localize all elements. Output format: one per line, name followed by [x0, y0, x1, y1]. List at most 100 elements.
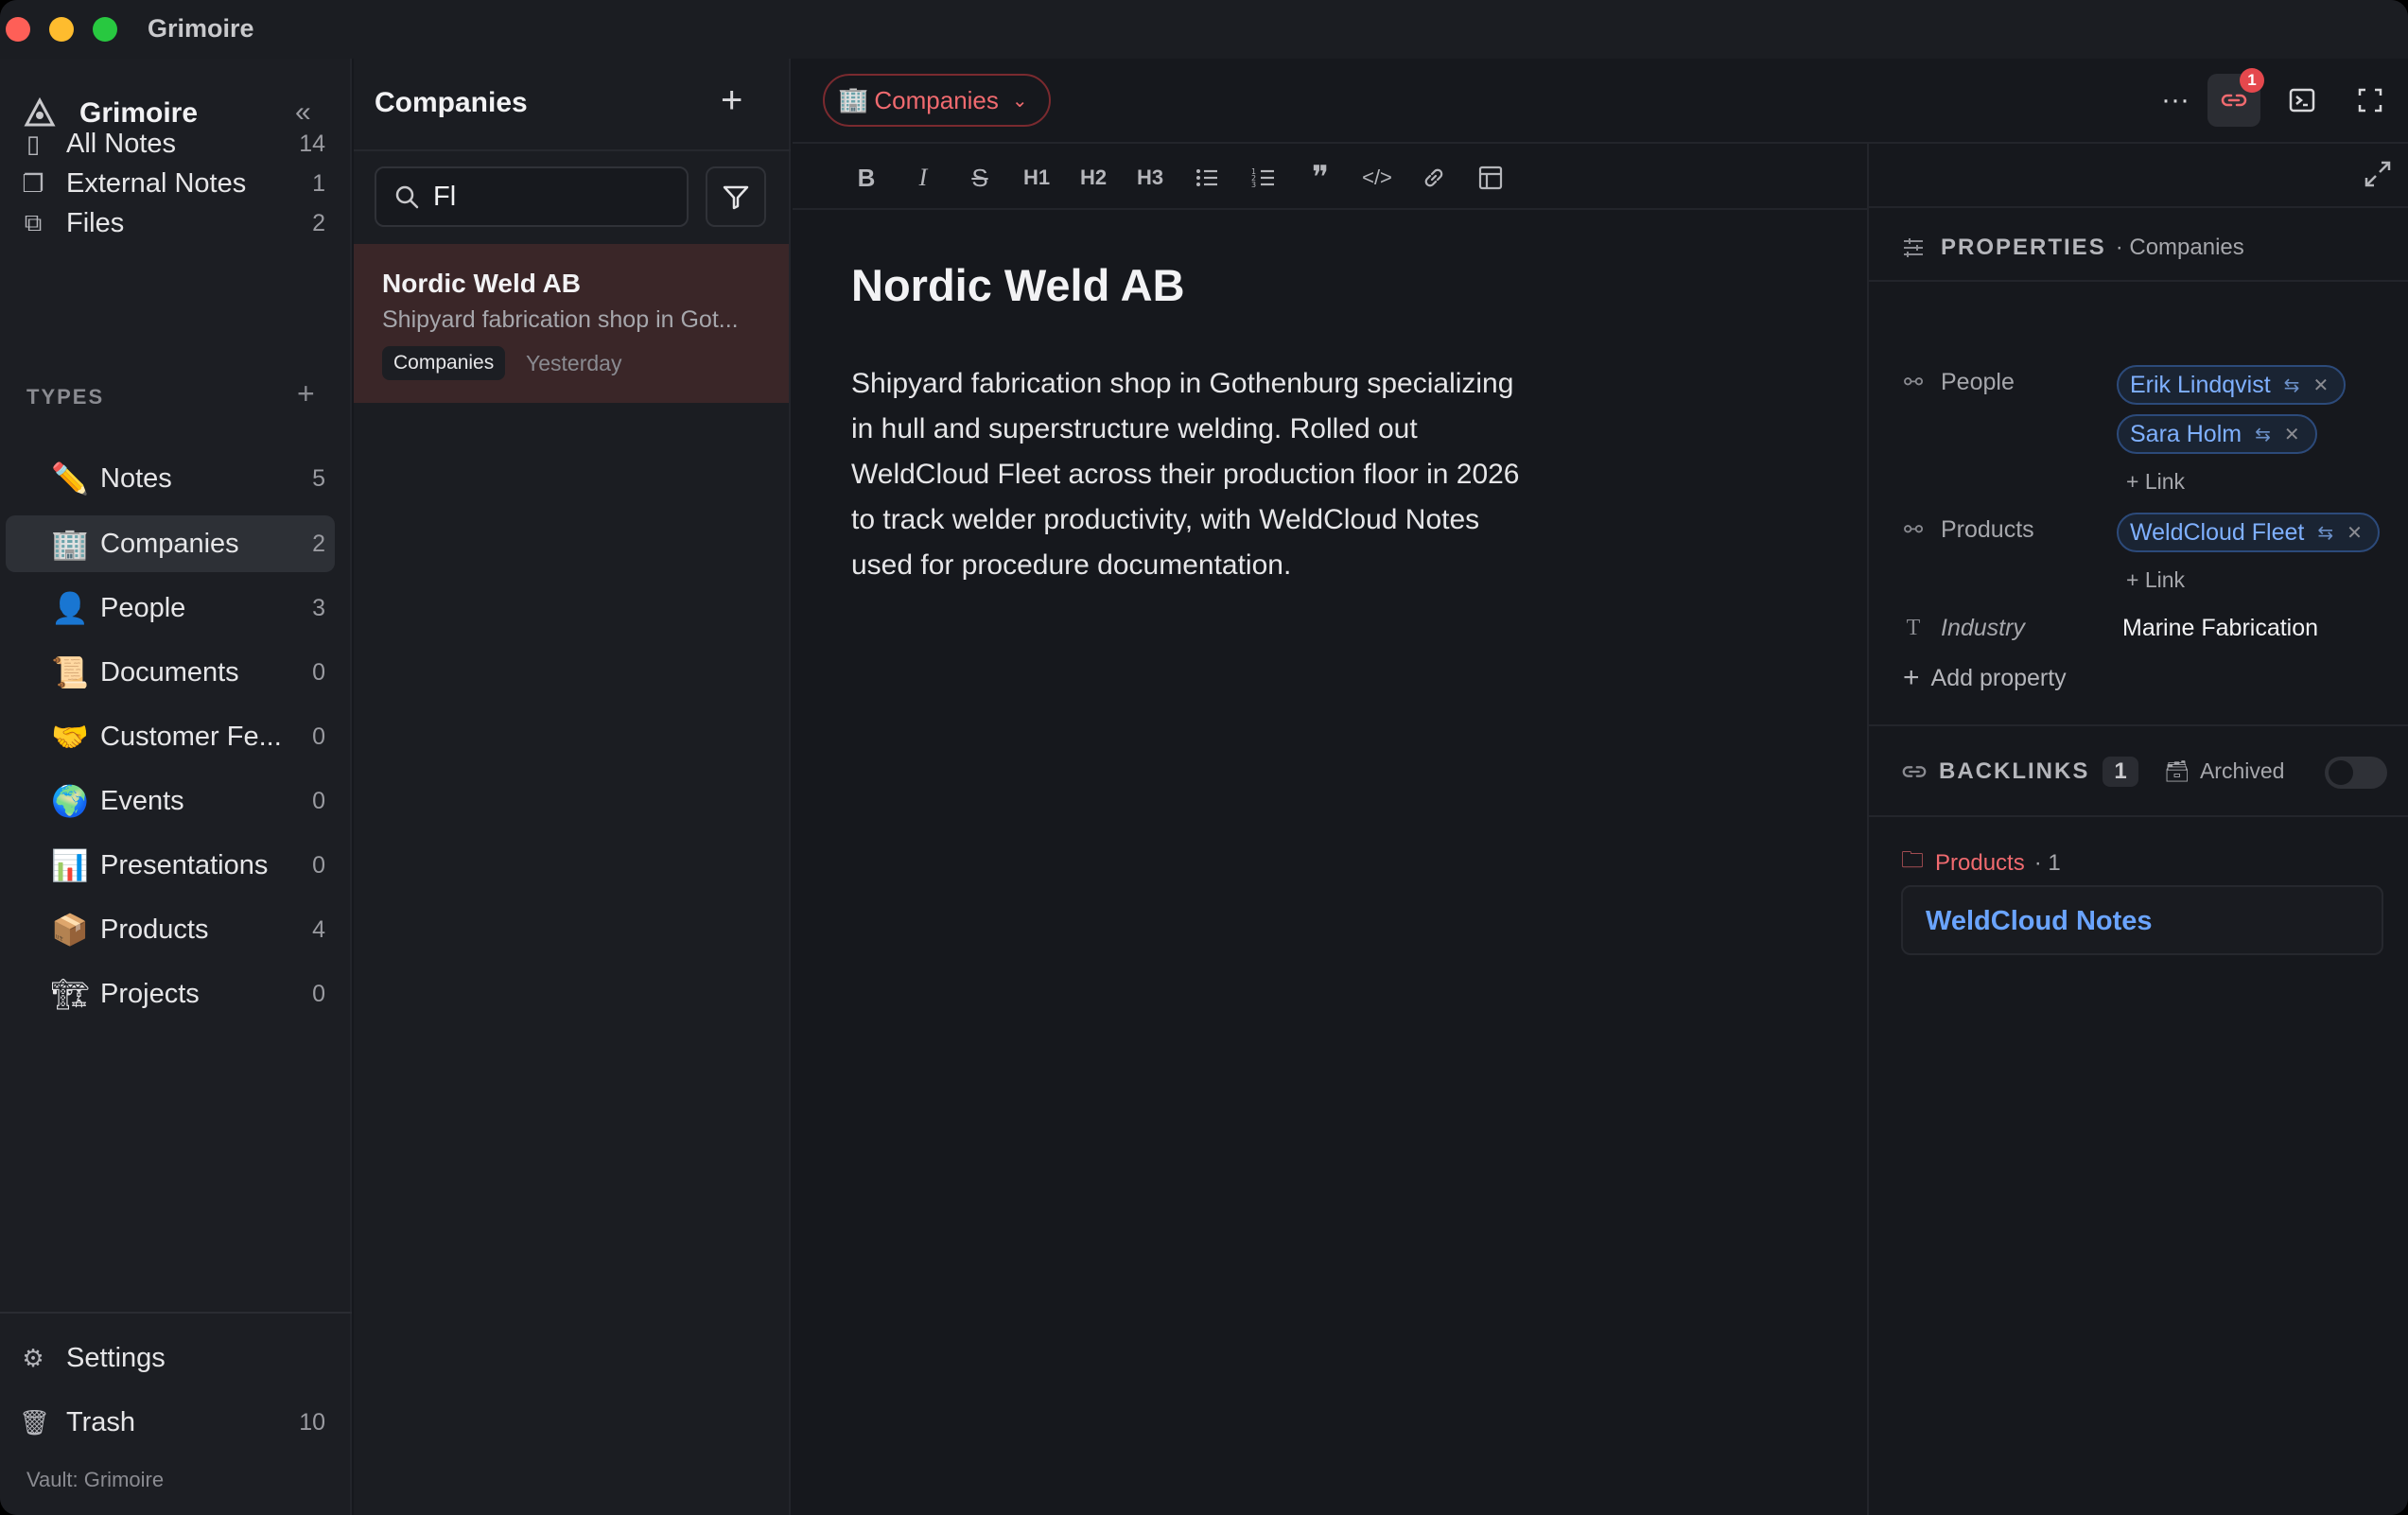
- archive-icon: 🗃: [2164, 758, 2190, 783]
- backlinks-toggle-button[interactable]: 1: [2207, 68, 2264, 127]
- more-options-button[interactable]: ···: [2149, 74, 2202, 127]
- backlink-group-name: Products: [1935, 849, 2025, 876]
- fullscreen-icon: [2358, 88, 2382, 113]
- type-item-companies[interactable]: 🏢 Companies 2: [6, 515, 335, 572]
- backlink-item[interactable]: WeldCloud Notes: [1901, 885, 2383, 955]
- quote-icon: ❞: [1311, 159, 1330, 197]
- type-item-projects[interactable]: 🏗 Projects 0: [6, 966, 335, 1022]
- properties-header: PROPERTIES · Companies: [1901, 235, 2244, 261]
- nav-item-label: Files: [66, 207, 125, 238]
- code-icon: </>: [1362, 165, 1392, 189]
- remove-icon[interactable]: ✕: [2347, 521, 2363, 545]
- industry-value[interactable]: Marine Fabrication: [2122, 615, 2318, 642]
- document-body[interactable]: Shipyard fabrication shop in Gothenburg …: [851, 361, 1532, 588]
- add-people-link-button[interactable]: + Link: [2126, 469, 2185, 495]
- office-building-icon: 🏢: [51, 526, 89, 562]
- numbered-list-icon: 1 2 3: [1251, 167, 1274, 189]
- type-item-label: Customer Fe...: [100, 721, 282, 752]
- handshake-icon: 🤝: [51, 719, 89, 755]
- italic-icon: I: [918, 164, 928, 191]
- remove-icon[interactable]: ✕: [2284, 423, 2300, 446]
- plus-icon: +: [1903, 662, 1920, 693]
- person-icon: 👤: [51, 590, 89, 626]
- italic-button[interactable]: I: [904, 159, 942, 197]
- backlinks-count: 1: [2103, 757, 2138, 787]
- backlink-group-header[interactable]: 🗀 Products · 1: [1901, 844, 2061, 882]
- svg-text:3: 3: [1251, 181, 1256, 189]
- bullet-list-button[interactable]: [1188, 159, 1226, 197]
- list-item[interactable]: Nordic Weld AB Shipyard fabrication shop…: [354, 244, 789, 403]
- type-item-presentations[interactable]: 📊 Presentations 0: [6, 837, 335, 894]
- note-title: Nordic Weld AB: [382, 269, 582, 298]
- bold-button[interactable]: B: [847, 159, 885, 197]
- industry-property-label: T Industry: [1901, 615, 2025, 642]
- office-building-icon: 🏢: [838, 86, 869, 114]
- insert-table-button[interactable]: [1472, 159, 1509, 197]
- filter-button[interactable]: [706, 166, 766, 227]
- people-property-label: ⚯ People: [1901, 369, 2015, 396]
- nav-item-settings[interactable]: ⚙ Settings: [6, 1330, 335, 1386]
- type-item-events[interactable]: 🌍 Events 0: [6, 773, 335, 829]
- code-button[interactable]: </>: [1358, 159, 1396, 197]
- vault-label: Vault: Grimoire: [26, 1468, 165, 1491]
- type-item-documents[interactable]: 📜 Documents 0: [6, 644, 335, 701]
- panel-divider: [1869, 815, 2408, 817]
- type-item-notes[interactable]: ✏️ Notes 5: [6, 450, 335, 507]
- strikethrough-button[interactable]: S: [961, 159, 999, 197]
- search-box[interactable]: [375, 166, 689, 227]
- search-input[interactable]: [433, 181, 670, 213]
- sync-icon[interactable]: ⇆: [2317, 521, 2333, 545]
- types-heading: TYPES: [26, 385, 105, 409]
- new-note-button[interactable]: +: [721, 79, 742, 122]
- type-item-customer-feedback[interactable]: 🤝 Customer Fe... 0: [6, 708, 335, 765]
- type-item-count: 0: [312, 980, 325, 1007]
- note-snippet: Shipyard fabrication shop in Got...: [382, 306, 739, 333]
- relation-chip-weldcloud-fleet[interactable]: WeldCloud Fleet ⇆ ✕: [2117, 513, 2380, 552]
- external-notes-icon: ❐: [22, 168, 44, 198]
- type-item-products[interactable]: 📦 Products 4: [6, 901, 335, 958]
- heading-3-button[interactable]: H3: [1131, 159, 1169, 197]
- files-icon: ⧉: [24, 208, 43, 236]
- remove-icon[interactable]: ✕: [2312, 374, 2329, 397]
- archived-toggle[interactable]: [2325, 757, 2387, 789]
- link-icon: [1424, 168, 1443, 187]
- minimize-window-button[interactable]: [49, 17, 74, 42]
- numbered-list-button[interactable]: 1 2 3: [1245, 159, 1283, 197]
- type-item-count: 0: [312, 658, 325, 686]
- folder-icon: 🗀: [1901, 847, 1924, 873]
- type-item-people[interactable]: 👤 People 3: [6, 580, 335, 636]
- insert-link-button[interactable]: [1415, 159, 1453, 197]
- relation-chip-erik-lindqvist[interactable]: Erik Lindqvist ⇆ ✕: [2117, 365, 2347, 405]
- link-icon: ⚯: [1903, 517, 1924, 543]
- backlinks-title: BACKLINKS: [1939, 758, 2090, 784]
- note-type-label: Companies: [874, 85, 999, 114]
- nav-item-label: Trash: [66, 1406, 136, 1437]
- heading-1-button[interactable]: H1: [1018, 159, 1056, 197]
- document-title[interactable]: Nordic Weld AB: [851, 259, 1185, 311]
- type-item-label: Products: [100, 914, 209, 945]
- note-type-selector[interactable]: 🏢 Companies ⌄: [823, 74, 1051, 127]
- panel-divider: [1869, 280, 2408, 282]
- archived-label: Archived: [2199, 758, 2285, 783]
- nav-item-files[interactable]: ⧉ Files 2: [6, 195, 335, 252]
- ellipsis-icon: ···: [2161, 84, 2190, 115]
- sidebar: Grimoire « ▯ All Notes 14 ❐ External Not…: [0, 59, 352, 1515]
- relation-chip-sara-holm[interactable]: Sara Holm ⇆ ✕: [2117, 414, 2317, 454]
- add-products-link-button[interactable]: + Link: [2126, 567, 2185, 593]
- globe-icon: 🌍: [51, 783, 89, 819]
- blockquote-button[interactable]: ❞: [1301, 159, 1339, 197]
- zoom-window-button[interactable]: [93, 17, 117, 42]
- close-window-button[interactable]: [6, 17, 30, 42]
- terminal-button[interactable]: [2276, 74, 2329, 127]
- add-property-button[interactable]: + Add property: [1903, 662, 2067, 694]
- nav-item-trash[interactable]: 🗑 Trash 10: [6, 1394, 335, 1451]
- type-item-label: Documents: [100, 656, 239, 688]
- sync-icon[interactable]: ⇆: [2284, 374, 2300, 397]
- bold-icon: B: [857, 163, 876, 192]
- sync-icon[interactable]: ⇆: [2255, 423, 2271, 446]
- add-type-button[interactable]: +: [297, 376, 315, 411]
- expand-icon[interactable]: [2361, 157, 2395, 191]
- heading-2-button[interactable]: H2: [1074, 159, 1112, 197]
- fullscreen-button[interactable]: [2344, 74, 2397, 127]
- toggle-knob: [2329, 760, 2353, 785]
